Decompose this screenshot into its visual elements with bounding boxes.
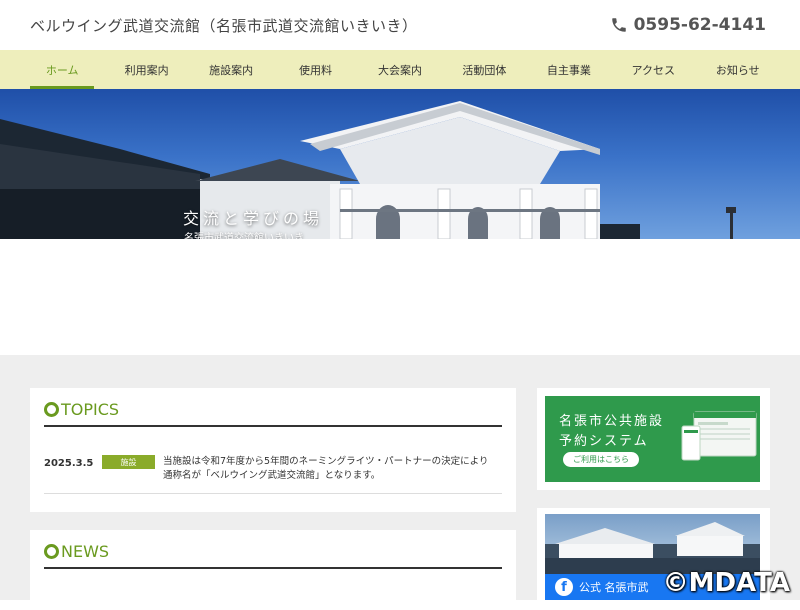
banner-line1: 名張市公共施設 — [559, 414, 665, 429]
topics-heading-text: TOPICS — [61, 400, 120, 419]
facebook-label: 公式 名張市武 — [579, 581, 649, 594]
device-screens-icon — [681, 411, 757, 461]
phone-text: 0595-62-4141 — [633, 15, 766, 35]
banner-line2: 予約システム — [559, 434, 649, 449]
topics-panel: TOPICS 2025.3.5 施設 当施設は令和7年度から5年間のネーミングラ… — [30, 388, 516, 512]
circle-icon — [44, 402, 59, 417]
list-item[interactable]: 2025.3.5 施設 当施設は令和7年度から5年間のネーミングライツ・パートナ… — [44, 455, 502, 494]
reservation-panel: 名張市公共施設 予約システム ご利用はこちら — [537, 388, 770, 490]
facebook-icon: f — [555, 578, 573, 596]
nav-item-groups[interactable]: 活動団体 — [442, 50, 526, 89]
nav-item-news[interactable]: お知らせ — [696, 50, 780, 89]
hero-caption: 交流と学びの場 — [183, 209, 324, 228]
nav-item-events[interactable]: 自主事業 — [527, 50, 611, 89]
building-illustration — [0, 101, 736, 239]
nav-item-guide[interactable]: 利用案内 — [104, 50, 188, 89]
phone-icon — [611, 18, 626, 32]
news-heading-text: NEWS — [61, 542, 110, 561]
site-title[interactable]: ベルウイング武道交流館（名張市武道交流館いきいき） — [30, 15, 418, 36]
topics-heading: TOPICS — [44, 400, 502, 427]
topic-date: 2025.3.5 — [44, 458, 94, 469]
reservation-banner[interactable]: 名張市公共施設 予約システム ご利用はこちら — [545, 396, 760, 482]
content-area: TOPICS 2025.3.5 施設 当施設は令和7年度から5年間のネーミングラ… — [0, 355, 800, 610]
spacer-band — [0, 239, 800, 355]
reservation-button[interactable]: ご利用はこちら — [563, 452, 639, 467]
topic-text[interactable]: 当施設は令和7年度から5年間のネーミングライツ・パートナーの決定により通称名が「… — [163, 455, 493, 483]
nav-item-tournaments[interactable]: 大会案内 — [358, 50, 442, 89]
hero-image: 交流と学びの場 名張市武道交流館いきいき — [0, 89, 800, 239]
building-thumbnail — [545, 522, 760, 574]
nav-item-access[interactable]: アクセス — [611, 50, 695, 89]
site-header: ベルウイング武道交流館（名張市武道交流館いきいき） 0595-62-4141 — [0, 0, 800, 50]
phone-number[interactable]: 0595-62-4141 — [610, 15, 766, 35]
news-panel: NEWS — [30, 530, 516, 610]
watermark: ©MDATA — [662, 568, 790, 598]
nav-item-facilities[interactable]: 施設案内 — [189, 50, 273, 89]
nav-item-fees[interactable]: 使用料 — [273, 50, 357, 89]
main-nav: ホーム 利用案内 施設案内 使用料 大会案内 活動団体 自主事業 アクセス お知… — [0, 50, 800, 89]
circle-icon — [44, 544, 59, 559]
news-heading: NEWS — [44, 542, 502, 569]
nav-item-home[interactable]: ホーム — [20, 50, 104, 89]
hero-subcaption: 名張市武道交流館いきいき — [184, 233, 304, 239]
category-badge: 施設 — [102, 455, 155, 469]
